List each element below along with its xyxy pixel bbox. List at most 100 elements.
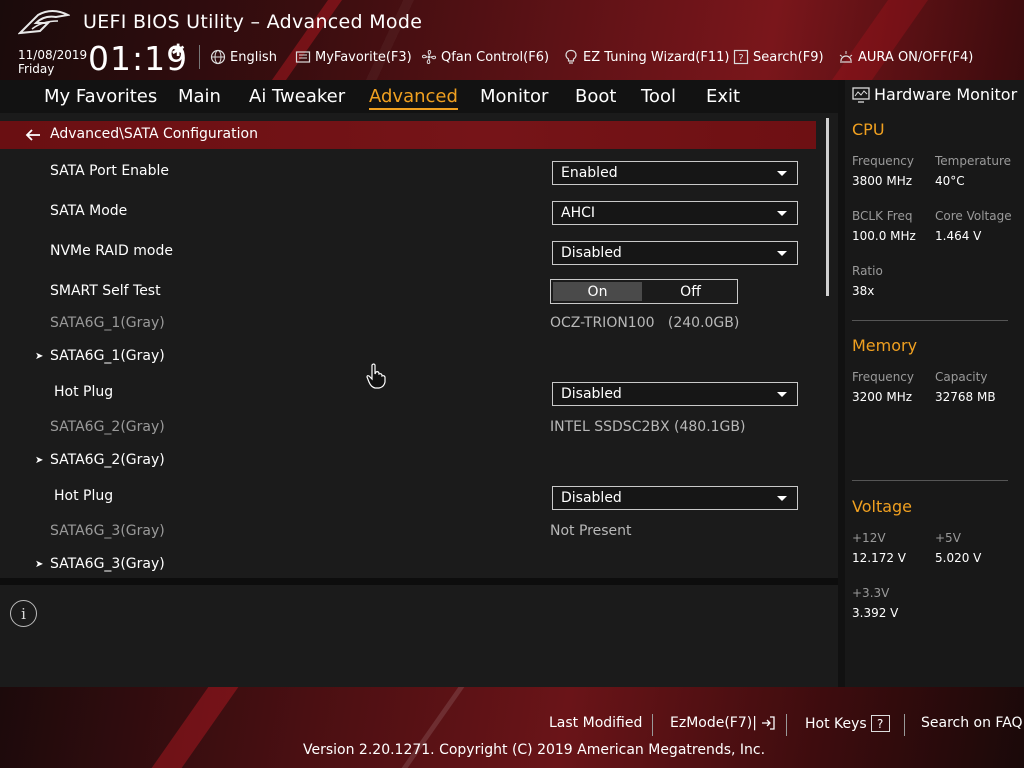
memory-heading: Memory — [852, 336, 918, 355]
qfan-button[interactable]: Qfan Control(F6) — [421, 48, 549, 66]
cpu-temperature-label: Temperature — [935, 154, 1012, 168]
tab-my-favorites[interactable]: My Favorites — [44, 86, 157, 107]
nvme-raid-select[interactable]: Disabled — [552, 241, 798, 265]
cpu-temperature-value: 40°C — [935, 174, 965, 188]
help-info-panel: i — [0, 578, 838, 687]
sata2-device-value: INTEL SSDSC2BX (480.1GB) — [550, 419, 746, 435]
main-nav: My Favorites Main Ai Tweaker Advanced Mo… — [0, 80, 838, 113]
tab-ai-tweaker[interactable]: Ai Tweaker — [249, 86, 345, 107]
ez-tuning-button[interactable]: EZ Tuning Wizard(F11) — [563, 48, 729, 66]
gear-icon[interactable]: ✱ — [171, 41, 185, 61]
sata2-info-label: SATA6G_2(Gray) — [50, 419, 165, 435]
tab-exit[interactable]: Exit — [706, 86, 740, 107]
exit-arrow-icon — [761, 716, 775, 730]
aura-label: AURA ON/OFF(F4) — [858, 49, 974, 65]
language-button[interactable]: English — [210, 48, 277, 66]
language-label: English — [230, 49, 277, 65]
expand-arrow-icon: ➤ — [35, 455, 44, 466]
sata-mode-value: AHCI — [561, 205, 596, 221]
myfavorite-label: MyFavorite(F3) — [315, 49, 412, 65]
sata3-info-label: SATA6G_3(Gray) — [50, 523, 165, 539]
sata2-hot-plug-select[interactable]: Disabled — [552, 486, 798, 510]
v12-label: +12V — [852, 531, 886, 545]
v33-label: +3.3V — [852, 586, 890, 600]
date-display: 11/08/2019 Friday — [18, 48, 87, 76]
sata-port-enable-value: Enabled — [561, 165, 618, 181]
hot-keys-label: Hot Keys — [805, 715, 867, 732]
sata1-hot-plug-value: Disabled — [561, 386, 622, 402]
chevron-down-icon — [777, 496, 787, 501]
chevron-down-icon — [777, 211, 787, 216]
weekday-text: Friday — [18, 62, 55, 76]
core-voltage-label: Core Voltage — [935, 209, 1012, 223]
lightbulb-icon — [565, 49, 577, 64]
divider — [852, 320, 1008, 321]
sata1-info-label: SATA6G_1(Gray) — [50, 315, 165, 331]
app-title: UEFI BIOS Utility – Advanced Mode — [83, 11, 423, 33]
qfan-label: Qfan Control(F6) — [441, 49, 550, 65]
sata-port-enable-label: SATA Port Enable — [50, 163, 170, 179]
sata3-submenu-link[interactable]: SATA6G_3(Gray) — [50, 556, 165, 572]
voltage-heading: Voltage — [852, 497, 913, 516]
sata1-hot-plug-select[interactable]: Disabled — [552, 382, 798, 406]
scrollbar-thumb[interactable] — [826, 118, 829, 296]
favorite-list-icon — [295, 51, 311, 63]
divider — [904, 714, 905, 736]
rog-logo-icon — [18, 10, 70, 35]
ezmode-label: EzMode(F7)| — [670, 715, 757, 731]
header-bar: UEFI BIOS Utility – Advanced Mode 11/08/… — [0, 0, 1024, 80]
sata2-hot-plug-value: Disabled — [561, 490, 622, 506]
search-button[interactable]: ? Search(F9) — [733, 48, 824, 66]
ezmode-button[interactable]: EzMode(F7)| — [670, 715, 775, 731]
tab-monitor[interactable]: Monitor — [480, 86, 548, 107]
sata1-submenu-link[interactable]: SATA6G_1(Gray) — [50, 348, 165, 364]
back-arrow-icon[interactable] — [24, 127, 42, 143]
tab-boot[interactable]: Boot — [575, 86, 616, 107]
toggle-on-option[interactable]: On — [551, 280, 645, 303]
sata-mode-label: SATA Mode — [50, 203, 128, 219]
chevron-down-icon — [777, 251, 787, 256]
divider — [786, 714, 787, 736]
tab-advanced[interactable]: Advanced — [369, 86, 458, 110]
hardware-monitor-panel: Hardware Monitor CPU Frequency Temperatu… — [845, 80, 1024, 687]
hardware-monitor-label: Hardware Monitor — [874, 85, 1018, 104]
cpu-frequency-value: 3800 MHz — [852, 174, 913, 188]
myfavorite-button[interactable]: MyFavorite(F3) — [295, 48, 412, 66]
cpu-heading: CPU — [852, 120, 885, 139]
search-faq-button[interactable]: Search on FAQ — [921, 715, 1023, 731]
smart-self-test-toggle[interactable]: On Off — [550, 279, 738, 304]
last-modified-button[interactable]: Last Modified — [549, 715, 642, 731]
ratio-value: 38x — [852, 284, 875, 298]
toggle-off-option[interactable]: Off — [644, 280, 737, 303]
cpu-frequency-label: Frequency — [852, 154, 914, 168]
globe-icon — [210, 49, 226, 65]
aura-button[interactable]: AURA ON/OFF(F4) — [838, 48, 973, 66]
divider — [652, 714, 653, 736]
divider — [852, 480, 1008, 481]
question-icon: ? — [870, 715, 890, 732]
fan-icon — [421, 49, 437, 65]
v12-value: 12.172 V — [852, 551, 907, 565]
expand-arrow-icon: ➤ — [35, 351, 44, 362]
breadcrumb-text: Advanced\SATA Configuration — [50, 126, 258, 142]
decor-slash — [831, 0, 929, 80]
bclk-label: BCLK Freq — [852, 209, 913, 223]
memory-capacity-value: 32768 MB — [935, 390, 996, 404]
sata-mode-select[interactable]: AHCI — [552, 201, 798, 225]
ratio-label: Ratio — [852, 264, 883, 278]
breadcrumb: Advanced\SATA Configuration — [0, 121, 816, 149]
sata-port-enable-select[interactable]: Enabled — [552, 161, 798, 185]
hot-keys-button[interactable]: Hot Keys ? — [805, 715, 890, 732]
chevron-down-icon — [777, 392, 787, 397]
smart-self-test-label: SMART Self Test — [50, 283, 161, 299]
v33-value: 3.392 V — [852, 606, 899, 620]
tab-tool[interactable]: Tool — [641, 86, 676, 107]
core-voltage-value: 1.464 V — [935, 229, 982, 243]
memory-capacity-label: Capacity — [935, 370, 988, 384]
sata2-submenu-link[interactable]: SATA6G_2(Gray) — [50, 452, 165, 468]
memory-frequency-label: Frequency — [852, 370, 914, 384]
chevron-down-icon — [777, 171, 787, 176]
hand-cursor-icon — [366, 363, 386, 389]
tab-main[interactable]: Main — [178, 86, 221, 107]
decor-slash — [151, 687, 239, 768]
